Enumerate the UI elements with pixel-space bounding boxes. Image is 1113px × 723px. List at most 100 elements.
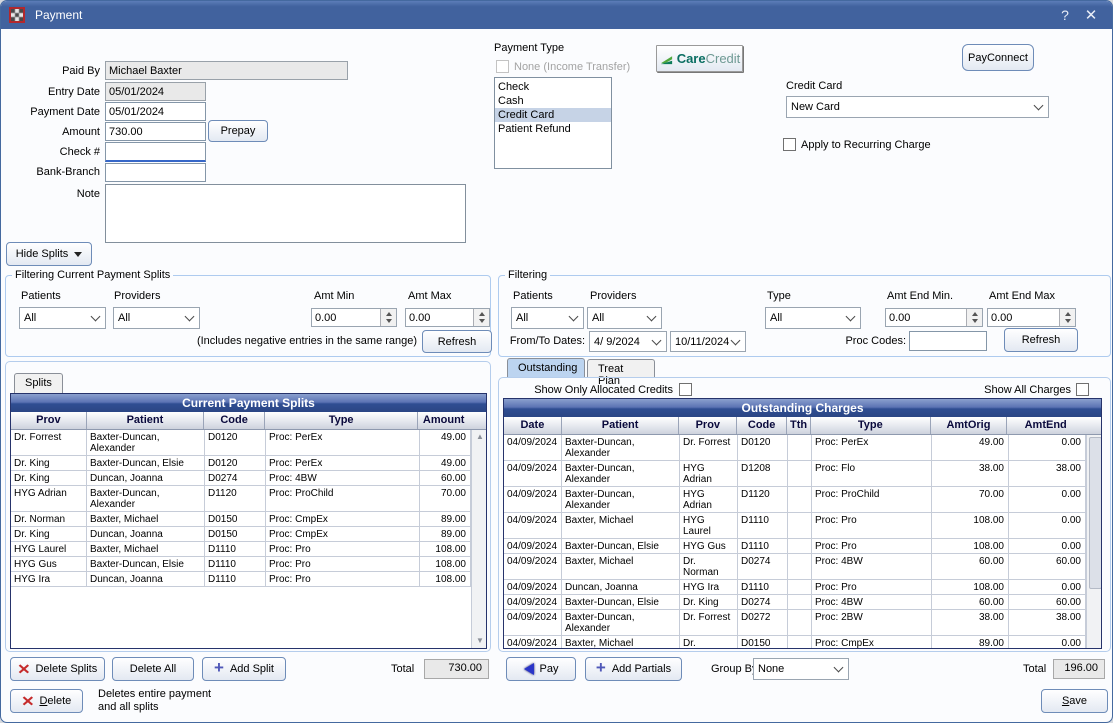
splits-grid-header: Prov Patient Code Type Amount	[11, 412, 486, 430]
cell-patient: Baxter, Michael	[87, 542, 205, 557]
cell-prov: Dr. Forrest	[11, 430, 87, 456]
show-all-charges-checkbox[interactable]	[1076, 383, 1089, 396]
filter-splits-providers-label: Providers	[114, 290, 160, 302]
filter-splits-providers-select[interactable]: All	[113, 307, 200, 329]
filter-splits-patients-select[interactable]: All	[19, 307, 106, 329]
cell-type: Proc: 4BW	[812, 554, 932, 580]
hide-splits-button[interactable]: Hide Splits	[6, 242, 92, 266]
spinner-icon[interactable]	[966, 309, 982, 326]
cell-amount: 89.00	[420, 512, 471, 527]
amt-max-field[interactable]: 0.00	[405, 308, 490, 327]
cell-type: Proc: ProChild	[812, 487, 932, 513]
amt-end-max-field[interactable]: 0.00	[987, 308, 1076, 327]
spinner-icon[interactable]	[1059, 309, 1075, 326]
amt-end-min-field[interactable]: 0.00	[885, 308, 983, 327]
outstanding-grid-title: Outstanding Charges	[504, 399, 1101, 417]
table-row[interactable]: 04/09/2024 Baxter-Duncan, Alexander Dr. …	[504, 435, 1086, 461]
save-button[interactable]: Save	[1041, 689, 1108, 713]
cell-amtorig: 60.00	[932, 595, 1009, 610]
table-row[interactable]: 04/09/2024 Baxter-Duncan, Alexander Dr. …	[504, 610, 1086, 636]
col-patient: Patient	[87, 412, 205, 429]
cell-code: D1110	[738, 513, 788, 539]
cell-prov: Dr. Norman	[680, 636, 738, 648]
scroll-up-icon[interactable]: ▲	[476, 430, 484, 444]
spinner-icon[interactable]	[473, 309, 489, 326]
spinner-icon[interactable]	[380, 309, 396, 326]
filter-out-providers-select[interactable]: All	[587, 307, 662, 329]
scroll-down-icon[interactable]: ▼	[476, 634, 484, 648]
delete-splits-button[interactable]: ✕Delete Splits	[10, 657, 105, 681]
table-row[interactable]: 04/09/2024 Baxter-Duncan, Alexander HYG …	[504, 487, 1086, 513]
payment-type-option-check[interactable]: Check	[495, 80, 611, 94]
credit-card-select[interactable]: New Card	[786, 96, 1049, 118]
cell-prov: Dr. Forrest	[680, 435, 738, 461]
table-row[interactable]: Dr. King Duncan, Joanna D0150 Proc: CmpE…	[11, 527, 471, 542]
table-row[interactable]: HYG Adrian Baxter-Duncan, Alexander D112…	[11, 486, 471, 512]
cell-code: D0120	[738, 435, 788, 461]
payconnect-button[interactable]: PayConnect	[962, 44, 1034, 71]
table-row[interactable]: 04/09/2024 Baxter, Michael HYG Laurel D1…	[504, 513, 1086, 539]
proc-codes-label: Proc Codes:	[801, 335, 906, 347]
cell-patient: Baxter-Duncan, Alexander	[87, 430, 205, 456]
table-row[interactable]: Dr. King Duncan, Joanna D0274 Proc: 4BW …	[11, 471, 471, 486]
date-to-select[interactable]: 10/11/2024	[670, 331, 746, 352]
filter-out-type-select[interactable]: All	[765, 307, 861, 329]
cell-prov: HYG Ira	[680, 580, 738, 595]
delete-all-button[interactable]: Delete All	[112, 657, 194, 681]
splits-scrollbar[interactable]: ▲ ▼	[471, 430, 486, 648]
table-row[interactable]: 04/09/2024 Baxter, Michael Dr. Norman D0…	[504, 636, 1086, 648]
add-split-button[interactable]: +Add Split	[202, 657, 286, 681]
check-number-field[interactable]	[105, 142, 206, 162]
table-row[interactable]: 04/09/2024 Baxter, Michael Dr. Norman D0…	[504, 554, 1086, 580]
help-button[interactable]: ?	[1052, 4, 1078, 26]
tab-treat-plan[interactable]: Treat Plan	[587, 359, 655, 378]
table-row[interactable]: HYG Laurel Baxter, Michael D1110 Proc: P…	[11, 542, 471, 557]
filter-splits-title: Filtering Current Payment Splits	[12, 269, 173, 281]
cell-tth	[788, 513, 812, 539]
pay-button[interactable]: Pay	[506, 657, 576, 681]
show-allocated-checkbox[interactable]	[679, 383, 692, 396]
scrollbar-thumb[interactable]	[1089, 437, 1102, 589]
table-row[interactable]: 04/09/2024 Baxter-Duncan, Elsie Dr. King…	[504, 595, 1086, 610]
tab-splits[interactable]: Splits	[14, 373, 63, 393]
amount-field[interactable]	[105, 122, 206, 141]
proc-codes-field[interactable]	[909, 331, 987, 351]
table-row[interactable]: 04/09/2024 Duncan, Joanna HYG Ira D1110 …	[504, 580, 1086, 595]
outstanding-charges-grid: Outstanding Charges Date Patient Prov Co…	[503, 398, 1102, 649]
group-by-select[interactable]: None	[753, 658, 849, 680]
recurring-charge-checkbox[interactable]	[783, 138, 796, 151]
payment-type-option-cash[interactable]: Cash	[495, 94, 611, 108]
group-by-label: Group By	[711, 663, 757, 675]
table-row[interactable]: Dr. Norman Baxter, Michael D0150 Proc: C…	[11, 512, 471, 527]
carecredit-button[interactable]: CareCredit	[656, 45, 743, 72]
add-partials-button[interactable]: +Add Partials	[585, 657, 682, 681]
table-row[interactable]: 04/09/2024 Baxter-Duncan, Alexander HYG …	[504, 461, 1086, 487]
table-row[interactable]: HYG Gus Baxter-Duncan, Elsie D1110 Proc:…	[11, 557, 471, 572]
filter-outstanding-refresh-button[interactable]: Refresh	[1004, 328, 1078, 352]
payment-date-field[interactable]	[105, 102, 206, 121]
note-field[interactable]	[105, 184, 466, 243]
cell-type: Proc: PerEx	[266, 456, 420, 471]
table-row[interactable]: Dr. Forrest Baxter-Duncan, Alexander D01…	[11, 430, 471, 456]
close-icon[interactable]: ✕	[1078, 4, 1104, 26]
cell-code: D1110	[205, 542, 266, 557]
outstanding-grid-header: Date Patient Prov Code Tth Type AmtOrig …	[504, 417, 1101, 435]
payment-type-option-credit-card[interactable]: Credit Card	[495, 108, 611, 122]
cell-amtorig: 89.00	[932, 636, 1009, 648]
date-from-select[interactable]: 4/ 9/2024	[589, 331, 667, 352]
filter-out-patients-select[interactable]: All	[511, 307, 584, 329]
delete-x-icon: ✕	[21, 695, 34, 707]
bank-branch-field[interactable]	[105, 163, 206, 182]
outstanding-scrollbar[interactable]	[1086, 435, 1101, 648]
tab-outstanding[interactable]: Outstanding	[507, 358, 585, 378]
table-row[interactable]: Dr. King Baxter-Duncan, Elsie D0120 Proc…	[11, 456, 471, 471]
payment-type-option-patient-refund[interactable]: Patient Refund	[495, 122, 611, 136]
table-row[interactable]: HYG Ira Duncan, Joanna D1110 Proc: Pro 1…	[11, 572, 471, 587]
table-row[interactable]: 04/09/2024 Baxter-Duncan, Elsie HYG Gus …	[504, 539, 1086, 554]
delete-button[interactable]: ✕Delete	[10, 689, 83, 713]
cell-type: Proc: Flo	[812, 461, 932, 487]
chevron-down-icon	[91, 312, 101, 322]
prepay-button[interactable]: Prepay	[208, 120, 268, 142]
filter-splits-refresh-button[interactable]: Refresh	[422, 330, 492, 353]
amt-min-field[interactable]: 0.00	[311, 308, 397, 327]
